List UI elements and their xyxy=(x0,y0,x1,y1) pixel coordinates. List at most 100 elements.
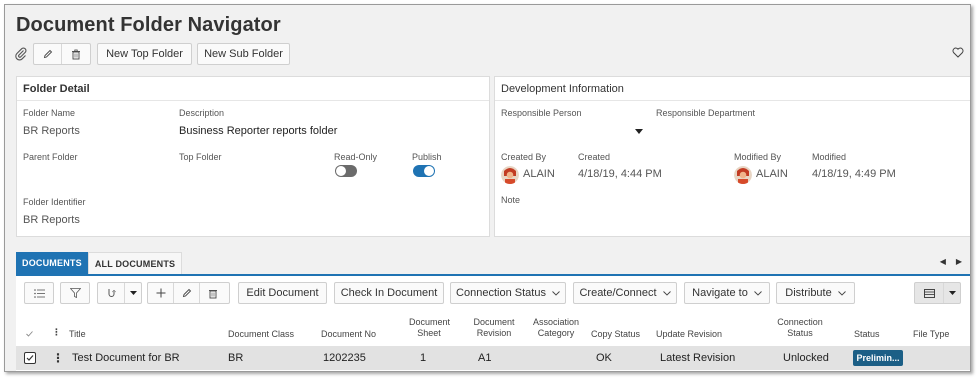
folder-identifier-label: Folder Identifier xyxy=(23,197,86,207)
chevron-down-icon xyxy=(662,290,671,296)
row-checkbox[interactable] xyxy=(24,352,36,364)
chevron-down-icon xyxy=(837,290,846,296)
edit-button[interactable] xyxy=(34,44,62,64)
edit-icon xyxy=(43,49,52,59)
header-title[interactable]: Title xyxy=(69,329,86,340)
heart-icon[interactable] xyxy=(952,47,964,61)
header-association-category[interactable]: Association Category xyxy=(528,317,584,339)
distribute-menu[interactable]: Distribute xyxy=(776,282,855,304)
header-document-no[interactable]: Document No xyxy=(321,329,376,340)
cell-connection-status: Unlocked xyxy=(783,352,829,364)
edit-document-label: Edit Document xyxy=(246,287,319,299)
cell-update-revision: Latest Revision xyxy=(660,352,736,364)
new-top-folder-button[interactable]: New Top Folder xyxy=(97,43,192,65)
tab-documents[interactable]: DOCUMENTS xyxy=(16,252,88,274)
description-label: Description xyxy=(179,108,225,118)
header-status[interactable]: Status xyxy=(854,329,880,340)
parent-folder-label: Parent Folder xyxy=(23,152,78,162)
header-update-revision[interactable]: Update Revision xyxy=(656,329,722,340)
publish-toggle[interactable] xyxy=(413,165,435,177)
table-view-icon xyxy=(915,283,944,303)
header-copy-status[interactable]: Copy Status xyxy=(591,329,640,340)
top-folder-label: Top Folder xyxy=(179,152,222,162)
arrow-left-icon[interactable]: ◀ xyxy=(940,257,946,266)
document-tabs: DOCUMENTS ALL DOCUMENTS xyxy=(16,252,183,274)
column-options-more-icon[interactable]: ⋮ xyxy=(52,327,61,338)
avatar xyxy=(501,166,519,184)
responsible-person-dropdown[interactable] xyxy=(501,123,643,139)
description-value[interactable]: Business Reporter reports folder xyxy=(179,125,337,137)
arrow-right-icon[interactable]: ▶ xyxy=(956,257,962,266)
status-badge[interactable]: Prelimin... xyxy=(853,350,903,366)
modified-label: Modified xyxy=(812,152,847,162)
created-value: 4/18/19, 4:44 PM xyxy=(578,168,662,180)
list-toggle-button[interactable] xyxy=(24,282,54,304)
folder-name-value[interactable]: BR Reports xyxy=(23,125,80,137)
cell-document-no: 1202235 xyxy=(323,352,366,364)
filter-button[interactable] xyxy=(60,282,90,304)
row-more-icon[interactable]: ⋮ xyxy=(52,351,64,365)
header-connection-status[interactable]: Connection Status xyxy=(768,317,832,339)
header-document-class[interactable]: Document Class xyxy=(228,329,294,340)
created-by-label: Created By xyxy=(501,152,547,162)
chevron-down-icon xyxy=(552,290,560,296)
edit-row-button[interactable] xyxy=(174,283,200,303)
note-label: Note xyxy=(501,195,521,205)
folder-detail-panel: Folder Detail Folder Name BR Reports Des… xyxy=(16,76,490,237)
new-sub-folder-button[interactable]: New Sub Folder xyxy=(197,43,290,65)
avatar xyxy=(734,166,752,184)
delete-row-button[interactable] xyxy=(200,283,226,303)
header-file-type[interactable]: File Type xyxy=(913,329,949,340)
created-by-value: ALAIN xyxy=(523,168,555,180)
create-connect-menu[interactable]: Create/Connect xyxy=(573,282,677,304)
edit-document-button[interactable]: Edit Document xyxy=(238,282,327,304)
edit-delete-group xyxy=(33,43,91,65)
check-icon xyxy=(26,355,34,361)
development-info-panel: Development Information Responsible Pers… xyxy=(494,76,970,237)
created-label: Created xyxy=(578,152,611,162)
check-in-document-button[interactable]: Check In Document xyxy=(334,282,444,304)
add-button[interactable] xyxy=(148,283,174,303)
header-document-sheet[interactable]: Document Sheet xyxy=(409,317,450,339)
tab-all-documents[interactable]: ALL DOCUMENTS xyxy=(87,252,183,274)
header-document-revision[interactable]: Document Revision xyxy=(470,317,518,339)
connection-status-menu[interactable]: Connection Status xyxy=(450,282,566,304)
read-only-label: Read-Only xyxy=(334,152,378,162)
folder-name-label: Folder Name xyxy=(23,108,76,118)
edit-icon xyxy=(182,288,191,298)
create-connect-label: Create/Connect xyxy=(579,287,657,299)
delete-icon xyxy=(209,289,217,298)
cell-document-sheet: 1 xyxy=(420,352,427,364)
check-in-document-label: Check In Document xyxy=(340,287,438,299)
connection-status-label: Connection Status xyxy=(456,287,546,299)
add-icon xyxy=(156,288,165,298)
distribute-label: Distribute xyxy=(785,287,832,299)
folder-toolbar: New Top Folder New Sub Folder xyxy=(13,43,290,65)
folder-identifier-value[interactable]: BR Reports xyxy=(23,214,80,226)
modified-by-value: ALAIN xyxy=(756,168,788,180)
navigate-to-menu[interactable]: Navigate to xyxy=(684,282,770,304)
filter-icon xyxy=(69,288,81,298)
folder-detail-heading: Folder Detail xyxy=(17,77,489,101)
table-view-menu[interactable] xyxy=(914,282,961,304)
modified-value: 4/18/19, 4:49 PM xyxy=(812,168,896,180)
select-all-check-icon[interactable] xyxy=(26,329,33,340)
page-title: Document Folder Navigator xyxy=(16,14,281,36)
cell-document-revision: A1 xyxy=(478,352,492,364)
table-row[interactable]: ⋮ Test Document for BR BR 1202235 1 A1 O… xyxy=(16,346,970,370)
caret-down-icon xyxy=(635,129,643,134)
caret-down-icon xyxy=(125,291,141,295)
documents-panel: Edit Document Check In Document Connecti… xyxy=(16,274,970,371)
connect-menu-button[interactable] xyxy=(97,282,142,304)
cell-copy-status: OK xyxy=(596,352,612,364)
read-only-toggle[interactable] xyxy=(335,165,357,177)
list-icon xyxy=(33,288,45,298)
publish-label: Publish xyxy=(412,152,442,162)
cell-title[interactable]: Test Document for BR xyxy=(72,352,180,364)
connect-icon xyxy=(98,283,126,303)
tab-scroll-arrows: ◀ ▶ xyxy=(940,257,962,266)
caret-down-icon xyxy=(944,291,960,295)
paperclip-icon[interactable] xyxy=(13,46,29,62)
delete-button[interactable] xyxy=(62,44,90,64)
delete-icon xyxy=(72,49,80,59)
